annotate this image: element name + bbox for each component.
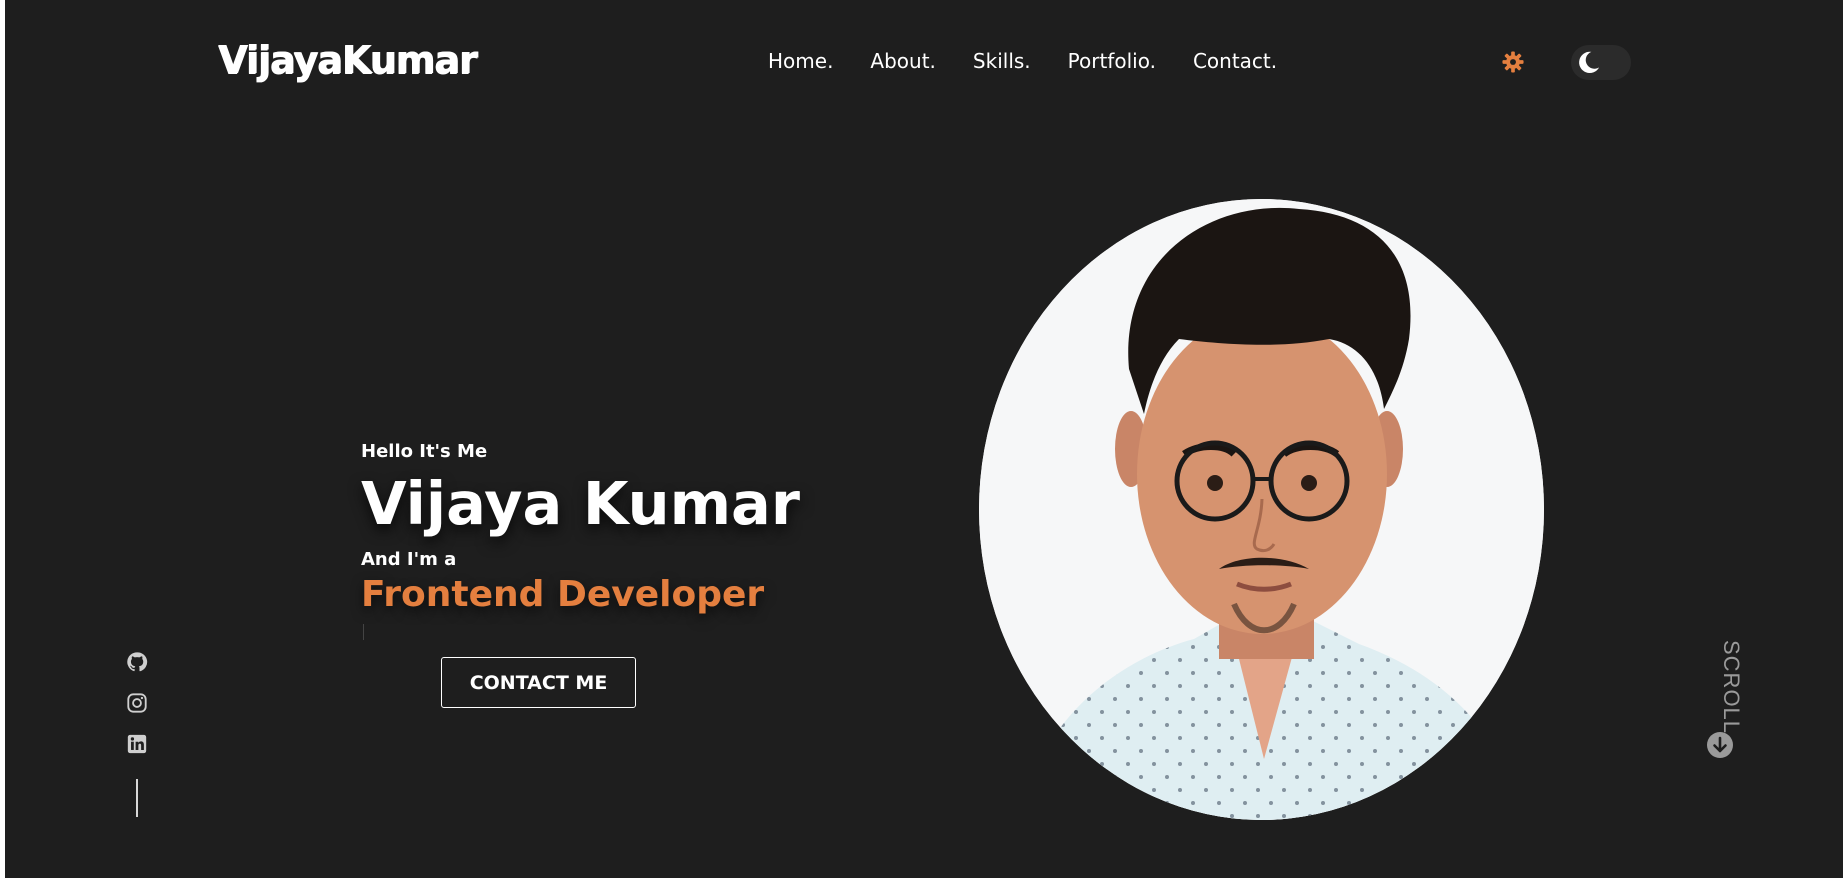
- social-divider-line: [136, 779, 138, 817]
- page-frame: [5, 0, 1843, 878]
- nav-about[interactable]: About.: [870, 49, 936, 73]
- instagram-icon[interactable]: [126, 692, 148, 714]
- site-logo[interactable]: VijayaKumar: [218, 38, 477, 82]
- nav-portfolio[interactable]: Portfolio.: [1068, 49, 1156, 73]
- main-nav: Home. About. Skills. Portfolio. Contact.: [768, 49, 1277, 73]
- nav-skills[interactable]: Skills.: [973, 49, 1031, 73]
- moon-icon: [1579, 51, 1600, 73]
- social-links: [126, 651, 148, 774]
- scroll-label: SCROLL: [1719, 640, 1744, 735]
- linkedin-icon[interactable]: [126, 733, 148, 755]
- typing-cursor: [363, 624, 364, 640]
- hero-role: Frontend Developer: [361, 574, 765, 615]
- arrow-down-circle-icon[interactable]: [1706, 731, 1734, 759]
- nav-home[interactable]: Home.: [768, 49, 833, 73]
- hero-intro: And I'm a: [361, 549, 457, 570]
- gear-icon[interactable]: [1502, 51, 1524, 73]
- github-icon[interactable]: [126, 651, 148, 673]
- contact-me-button[interactable]: CONTACT ME: [441, 657, 636, 708]
- hero-name: Vijaya Kumar: [361, 469, 800, 538]
- profile-photo: [979, 199, 1544, 820]
- hero-text: Hello It's Me Vijaya Kumar And I'm a Fro…: [361, 441, 800, 640]
- theme-toggle[interactable]: [1571, 45, 1631, 80]
- nav-contact[interactable]: Contact.: [1193, 49, 1277, 73]
- hero-greeting: Hello It's Me: [361, 441, 488, 462]
